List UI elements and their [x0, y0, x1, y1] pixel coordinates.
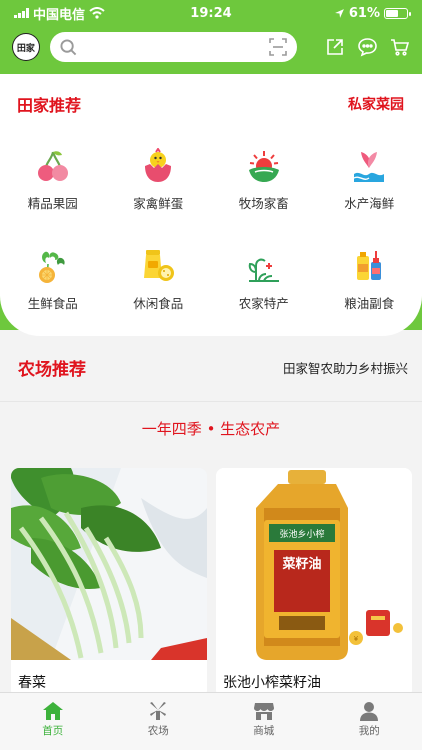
category-fruit[interactable]: 精品果园: [0, 148, 106, 212]
fish-icon: [351, 148, 387, 184]
category-snacks[interactable]: 休闲食品: [106, 248, 212, 312]
tab-farm[interactable]: 农场: [106, 693, 212, 750]
product-name: 张池小榨菜籽油: [223, 675, 321, 691]
cherry-icon: [35, 148, 71, 184]
recommend-title: 田家推荐: [17, 96, 82, 115]
snack-icon: [140, 248, 176, 284]
farm-subtitle: 田家智农助力乡村振兴: [282, 360, 408, 376]
scan-icon[interactable]: [269, 38, 287, 56]
category-grid: 精品果园 家禽鲜蛋 牧场家畜 水产海鲜 生鲜食品 休闲食品 农家特产 粮油副食: [0, 148, 422, 312]
search-input[interactable]: [49, 32, 297, 62]
oil-brand-text: 张池乡小榨: [279, 528, 324, 540]
product-card-spring-greens[interactable]: 春菜: [11, 468, 207, 698]
search-icon: [60, 38, 76, 55]
egg-chick-icon: [140, 148, 176, 184]
chat-icon[interactable]: [357, 37, 378, 57]
oil-label-text: 菜籽油: [281, 556, 321, 572]
svg-text:¥: ¥: [354, 635, 359, 643]
category-poultry-eggs[interactable]: 家禽鲜蛋: [106, 148, 212, 212]
user-icon: [360, 702, 379, 721]
vegetable-icon: [35, 248, 71, 284]
category-specialty[interactable]: 农家特产: [211, 248, 317, 312]
battery-icon: [384, 7, 411, 19]
cart-icon[interactable]: [390, 37, 410, 57]
product-image-oil: 张池乡小榨 菜籽油 ¥: [216, 468, 412, 660]
category-grain-oil[interactable]: 粮油副食: [317, 248, 422, 312]
share-icon[interactable]: [325, 37, 345, 57]
farm-slogan: 一年四季 • 生态农产: [141, 420, 281, 438]
windmill-icon: [150, 702, 167, 720]
app-logo[interactable]: 田家: [12, 33, 40, 61]
bottom-tab-bar: 首页 农场 商城 我的: [0, 692, 422, 750]
clock: 19:24: [190, 5, 232, 21]
category-livestock[interactable]: 牧场家畜: [211, 148, 317, 212]
category-fresh-food[interactable]: 生鲜食品: [0, 248, 106, 312]
farm-section-header: 农场推荐 田家智农助力乡村振兴: [0, 352, 422, 382]
oil-bottle-icon: [351, 248, 387, 284]
product-name: 春菜: [18, 675, 46, 691]
private-garden-link[interactable]: 私家菜园: [348, 94, 404, 114]
farm-title: 农场推荐: [18, 359, 86, 380]
farm-plant-icon: [246, 248, 282, 284]
divider: [0, 401, 422, 402]
product-image-greens: [11, 468, 207, 660]
tab-mall[interactable]: 商城: [211, 693, 317, 750]
tab-mine[interactable]: 我的: [317, 693, 422, 750]
status-bar: 中国电信 19:24 61%: [0, 0, 422, 26]
sun-farm-icon: [246, 148, 282, 184]
home-icon: [42, 702, 63, 720]
recommend-card: 田家推荐 私家菜园 精品果园 家禽鲜蛋 牧场家畜 水产海鲜 生鲜食品 休闲食品 …: [0, 74, 422, 336]
store-icon: [253, 703, 274, 720]
tab-home[interactable]: 首页: [0, 693, 106, 750]
search-row: 田家: [0, 31, 422, 63]
category-seafood[interactable]: 水产海鲜: [317, 148, 422, 212]
product-card-rapeseed-oil[interactable]: 张池乡小榨 菜籽油 ¥ 张池小榨菜籽油: [216, 468, 412, 698]
